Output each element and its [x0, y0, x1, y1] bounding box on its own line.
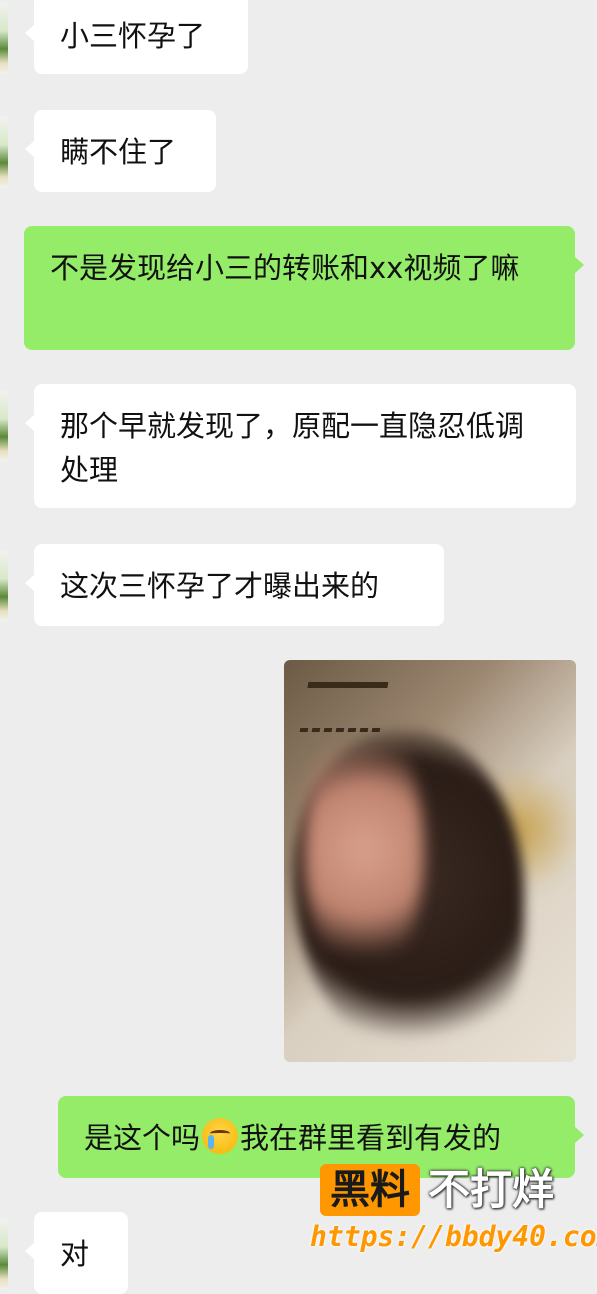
message-bubble-incoming[interactable]: 这次三怀孕了才曝出来的: [25, 544, 444, 626]
message-bubble-incoming[interactable]: 那个早就发现了，原配一直隐忍低调处理: [25, 384, 576, 508]
message-image[interactable]: [284, 660, 576, 1062]
message-text: 不是发现给小三的转账和xx视频了嘛: [50, 251, 520, 285]
message-bubble-incoming[interactable]: 小三怀孕了: [25, 0, 248, 74]
contact-avatar[interactable]: [0, 116, 8, 188]
photo-blurred-face: [304, 720, 424, 980]
message-text: 那个早就发现了，原配一直隐忍低调处理: [60, 409, 525, 487]
message-bubble-incoming[interactable]: 瞒不住了: [25, 110, 216, 192]
message-text: 对: [60, 1237, 90, 1271]
contact-avatar[interactable]: [0, 2, 8, 74]
crying-face-icon: [202, 1118, 239, 1154]
contact-avatar[interactable]: [0, 390, 8, 462]
message-text: 瞒不住了: [60, 135, 177, 169]
site-watermark: 黑料 不打烊 https://bbdy40.com: [300, 1160, 597, 1260]
message-bubble-outgoing[interactable]: 不是发现给小三的转账和xx视频了嘛: [24, 226, 584, 350]
message-bubble-incoming[interactable]: 对: [25, 1212, 128, 1294]
message-text: 这次三怀孕了才曝出来的: [60, 569, 380, 603]
watermark-url: https://bbdy40.com: [310, 1220, 597, 1253]
watermark-badge: 黑料: [320, 1164, 420, 1216]
contact-avatar[interactable]: [0, 1218, 8, 1290]
message-text: 是这个吗: [84, 1121, 201, 1155]
watermark-title: 不打烊: [428, 1165, 555, 1214]
message-text: 我在群里看到有发的: [240, 1121, 502, 1155]
message-text: 小三怀孕了: [60, 19, 206, 53]
contact-avatar[interactable]: [0, 550, 8, 622]
